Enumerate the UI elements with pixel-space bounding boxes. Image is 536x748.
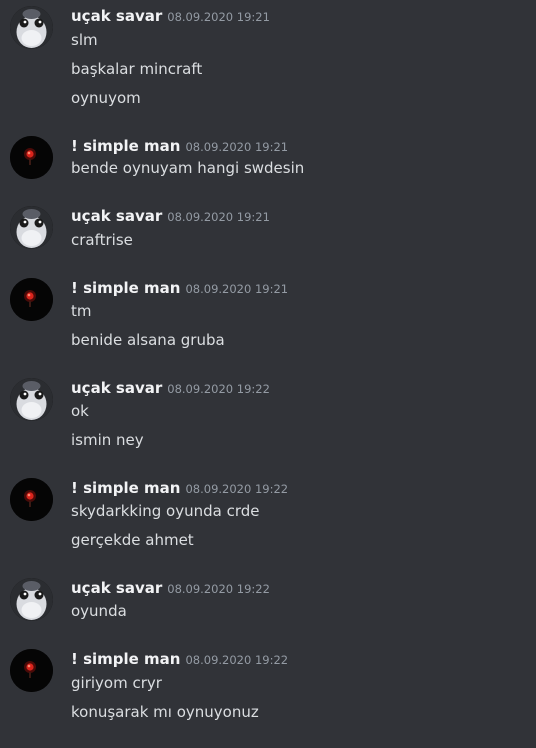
timestamp: 08.09.2020 19:21 xyxy=(185,282,289,296)
author-name[interactable]: ! simple man xyxy=(71,650,180,668)
message-text: giriyom cryr xyxy=(71,674,162,692)
author-name[interactable]: uçak savar xyxy=(71,207,162,225)
message-text: skydarkking oyunda crde xyxy=(71,502,260,520)
message-text: bende oynuyam hangi swdesin xyxy=(71,159,305,177)
message-text: konuşarak mı oynuyonuz xyxy=(71,703,259,721)
message-text: craftrise xyxy=(71,231,133,249)
duck-avatar[interactable] xyxy=(10,6,53,49)
red-light-avatar[interactable] xyxy=(10,278,53,321)
message-text: oyunda xyxy=(71,602,127,620)
duck-avatar[interactable] xyxy=(10,378,53,421)
author-name[interactable]: ! simple man xyxy=(71,137,180,155)
message-text: ismin ney xyxy=(71,431,144,449)
timestamp: 08.09.2020 19:22 xyxy=(185,653,289,667)
red-light-avatar[interactable] xyxy=(10,649,53,692)
author-name[interactable]: uçak savar xyxy=(71,579,162,597)
duck-avatar[interactable] xyxy=(10,206,53,249)
author-name[interactable]: ! simple man xyxy=(71,279,180,297)
timestamp: 08.09.2020 19:22 xyxy=(167,382,270,396)
message-text: ok xyxy=(71,402,89,420)
timestamp: 08.09.2020 19:22 xyxy=(185,482,289,496)
author-name[interactable]: uçak savar xyxy=(71,379,162,397)
author-name[interactable]: ! simple man xyxy=(71,479,180,497)
message-text: gerçekde ahmet xyxy=(71,531,194,549)
timestamp: 08.09.2020 19:21 xyxy=(167,210,270,224)
timestamp: 08.09.2020 19:21 xyxy=(167,10,270,24)
red-light-avatar[interactable] xyxy=(10,478,53,521)
duck-avatar[interactable] xyxy=(10,578,53,621)
red-light-avatar[interactable] xyxy=(10,136,53,179)
message-text: slm xyxy=(71,31,98,49)
timestamp: 08.09.2020 19:21 xyxy=(185,140,289,154)
author-name[interactable]: uçak savar xyxy=(71,7,162,25)
timestamp: 08.09.2020 19:22 xyxy=(167,582,270,596)
message-text: başkalar mincraft xyxy=(71,60,203,78)
message-text: oynuyom xyxy=(71,89,141,107)
message-text: benide alsana gruba xyxy=(71,331,225,349)
chat-log: uçak savar 08.09.2020 19:21 slm başkalar … xyxy=(0,0,536,748)
message-text: tm xyxy=(71,302,92,320)
